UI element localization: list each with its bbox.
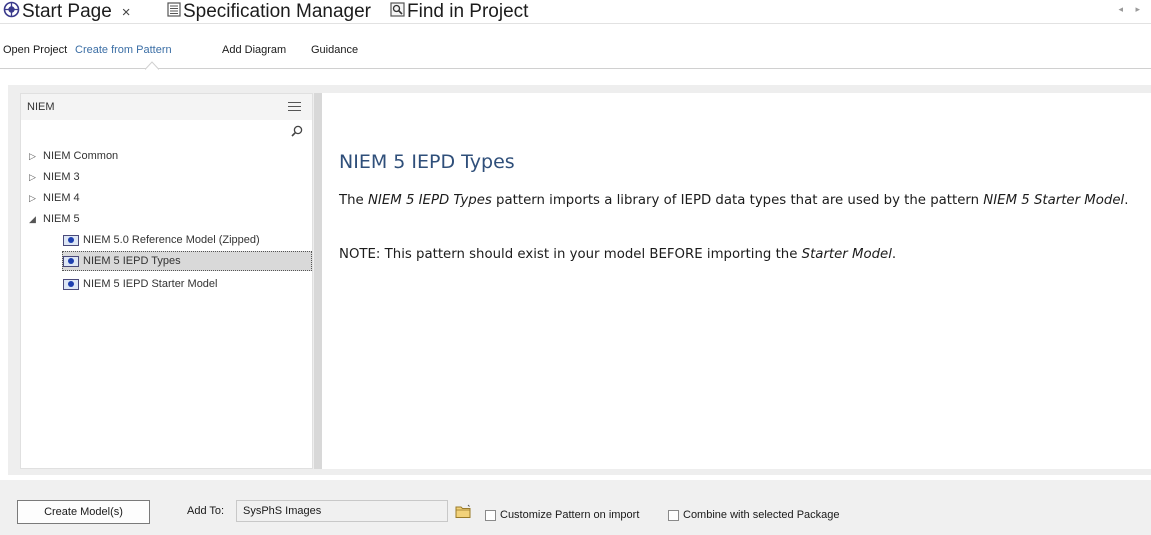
tree-item-niem-4[interactable]: ▷ NIEM 4 [29, 188, 80, 208]
expand-arrow-icon[interactable]: ▷ [29, 172, 43, 183]
expand-arrow-icon[interactable]: ▷ [29, 151, 43, 162]
pattern-group-title: NIEM [27, 101, 55, 113]
tree-item-label: NIEM 5 [43, 213, 80, 225]
tree-item-label: NIEM 5.0 Reference Model (Zipped) [83, 234, 260, 246]
tree-item-label: NIEM 5 IEPD Types [83, 255, 181, 267]
start-page-subnav: Open Project Create from Pattern Add Dia… [0, 24, 1151, 70]
tree-item-label: NIEM Common [43, 150, 119, 162]
collapse-arrow-icon[interactable]: ◢ [29, 214, 43, 225]
close-tab-icon[interactable]: × [122, 4, 131, 21]
pattern-options-bar: Create Model(s) Add To: Customize Patter… [0, 480, 1151, 535]
tree-item-niem-5-iepd-types[interactable]: NIEM 5 IEPD Types [62, 251, 312, 271]
tree-item-niem-common[interactable]: ▷ NIEM Common [29, 146, 118, 166]
checkbox-icon [485, 509, 496, 521]
tree-item-label: NIEM 4 [43, 192, 80, 204]
expand-arrow-icon[interactable]: ▷ [29, 193, 43, 204]
tab-specification-manager[interactable]: Specification Manager [167, 0, 371, 24]
pattern-icon [63, 255, 79, 267]
pattern-description: The NIEM 5 IEPD Types pattern imports a … [339, 193, 1129, 208]
add-to-label: Add To: [187, 505, 225, 517]
tree-item-label: NIEM 5 IEPD Starter Model [83, 278, 218, 290]
pattern-note: NOTE: This pattern should exist in your … [339, 247, 897, 262]
pattern-icon [63, 234, 79, 246]
tab-start-page-label: Start Page [22, 1, 112, 22]
document-tab-bar: Start Page × Specification Manager Find … [0, 0, 1151, 24]
customize-pattern-label: Customize Pattern on import [500, 509, 640, 521]
find-in-project-icon [390, 1, 405, 23]
tree-item-niem-3[interactable]: ▷ NIEM 3 [29, 167, 80, 187]
tab-start-page[interactable]: Start Page × [3, 0, 131, 24]
checkbox-icon [668, 509, 679, 521]
tab-specification-manager-label: Specification Manager [183, 1, 371, 22]
start-page-icon [3, 1, 20, 24]
search-icon[interactable] [291, 125, 303, 137]
nav-open-project[interactable]: Open Project [3, 44, 67, 56]
tree-item-niem-5-iepd-starter-model[interactable]: NIEM 5 IEPD Starter Model [63, 274, 218, 294]
nav-create-from-pattern[interactable]: Create from Pattern [75, 44, 172, 56]
combine-package-checkbox[interactable]: Combine with selected Package [668, 509, 840, 521]
pattern-title: NIEM 5 IEPD Types [339, 151, 515, 173]
specification-manager-icon [167, 1, 181, 23]
add-to-package-field[interactable] [236, 500, 448, 522]
tree-item-label: NIEM 3 [43, 171, 80, 183]
nav-add-diagram[interactable]: Add Diagram [222, 44, 286, 56]
tab-find-in-project[interactable]: Find in Project [390, 0, 528, 24]
pattern-browser: NIEM ▷ NIEM Common ▷ NIEM 3 ▷ NIEM 4 ◢ N… [8, 85, 1151, 475]
pattern-group-header[interactable]: NIEM [21, 94, 312, 120]
panel-splitter[interactable] [314, 93, 322, 469]
nav-guidance[interactable]: Guidance [311, 44, 358, 56]
tab-find-in-project-label: Find in Project [407, 1, 529, 22]
customize-pattern-checkbox[interactable]: Customize Pattern on import [485, 509, 639, 521]
pattern-description-panel: NIEM 5 IEPD Types The NIEM 5 IEPD Types … [322, 93, 1151, 469]
tab-scroll-arrows-icon[interactable]: ◂ ▸ [1118, 4, 1145, 15]
tree-item-niem-5-reference-model[interactable]: NIEM 5.0 Reference Model (Zipped) [63, 230, 260, 250]
hamburger-menu-icon[interactable] [288, 102, 301, 112]
create-models-button[interactable]: Create Model(s) [17, 500, 150, 524]
folder-icon[interactable] [453, 501, 473, 521]
tree-item-niem-5[interactable]: ◢ NIEM 5 [29, 209, 80, 229]
active-nav-indicator-icon [145, 61, 159, 70]
combine-package-label: Combine with selected Package [683, 509, 840, 521]
pattern-tree-panel: NIEM ▷ NIEM Common ▷ NIEM 3 ▷ NIEM 4 ◢ N… [20, 93, 313, 469]
pattern-icon [63, 278, 79, 290]
